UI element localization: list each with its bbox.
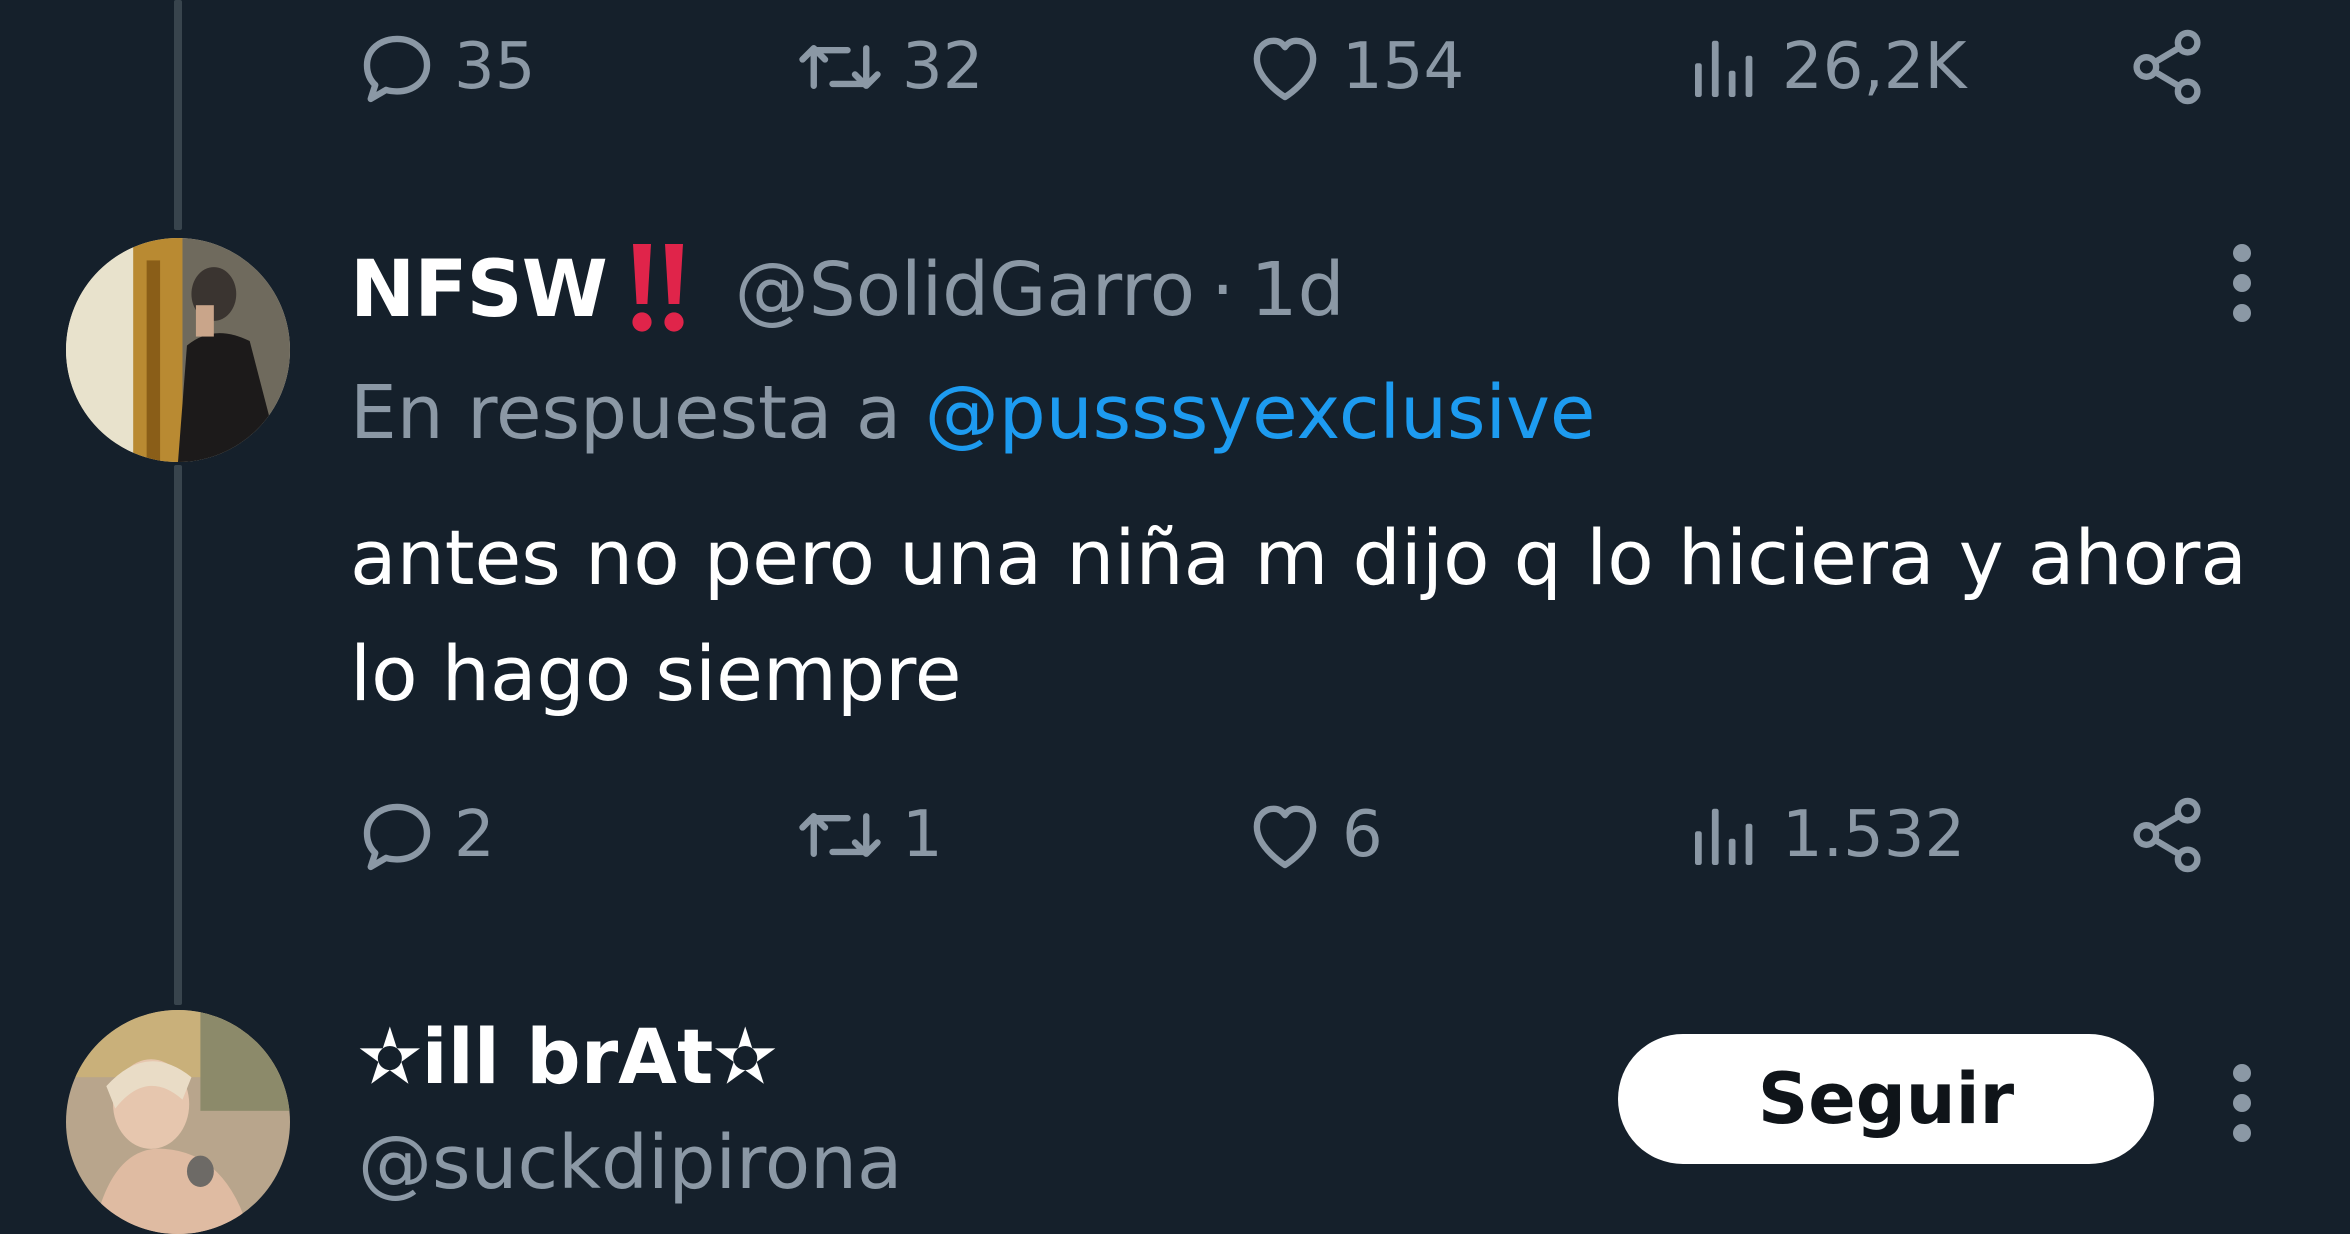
tweet-text: antes no pero una niña m dijo q lo hicie… xyxy=(350,513,2247,718)
share-icon xyxy=(2133,797,2201,873)
share-button[interactable] xyxy=(2122,22,2212,112)
reply-context: En respuesta a @pusssyexclusive xyxy=(350,370,1595,456)
views-button[interactable]: 26,2K xyxy=(1680,22,1966,112)
views-button[interactable]: 1.532 xyxy=(1680,790,1965,880)
retweet-icon xyxy=(799,45,881,89)
views-icon xyxy=(1695,808,1753,865)
retweet-count: 32 xyxy=(902,30,984,104)
timestamp[interactable]: 1d xyxy=(1251,247,1345,333)
share-button[interactable] xyxy=(2122,790,2212,880)
user-handle[interactable]: @SolidGarro xyxy=(735,247,1195,333)
thread-line-middle xyxy=(174,465,182,1005)
reply-icon xyxy=(363,35,431,103)
retweet-button[interactable]: 32 xyxy=(790,22,983,112)
reply-prefix: En respuesta a xyxy=(350,370,902,456)
top-tweet-action-bar: 35 32 154 26,2K xyxy=(0,22,2350,112)
suggested-user-more-options-button[interactable] xyxy=(2222,1058,2262,1148)
retweet-count: 1 xyxy=(902,798,943,872)
reply-tweet-action-bar: 2 1 6 1.532 xyxy=(0,790,2350,880)
more-vertical-icon xyxy=(2233,244,2251,322)
suggested-user-handle[interactable]: @suckdipirona xyxy=(358,1120,902,1206)
like-count: 154 xyxy=(1342,30,1465,104)
reply-icon xyxy=(363,803,431,871)
more-vertical-icon xyxy=(2233,1064,2251,1142)
retweet-icon xyxy=(799,813,881,857)
like-button[interactable]: 6 xyxy=(1240,790,1383,880)
heart-icon xyxy=(1253,805,1317,869)
like-button[interactable]: 154 xyxy=(1240,22,1464,112)
views-count: 26,2K xyxy=(1782,30,1967,104)
tweet-header: NFSW @SolidGarro · 1d xyxy=(350,240,1345,340)
heart-icon xyxy=(1253,37,1317,101)
display-name[interactable]: NFSW xyxy=(350,245,608,335)
share-icon xyxy=(2133,29,2201,105)
reply-button[interactable]: 2 xyxy=(352,790,495,880)
avatar-photo xyxy=(66,1010,290,1234)
like-count: 6 xyxy=(1342,798,1383,872)
double-exclamation-icon xyxy=(627,240,691,340)
reply-button[interactable]: 35 xyxy=(352,22,535,112)
reply-mention-link[interactable]: @pusssyexclusive xyxy=(925,370,1596,456)
suggested-user-avatar[interactable] xyxy=(66,1010,290,1234)
follow-button[interactable]: Seguir xyxy=(1618,1034,2154,1164)
suggested-user-display-name[interactable]: ✫ill brAt✫ xyxy=(358,1012,777,1101)
views-count: 1.532 xyxy=(1782,798,1966,872)
more-options-button[interactable] xyxy=(2222,238,2262,328)
retweet-button[interactable]: 1 xyxy=(790,790,943,880)
views-icon xyxy=(1695,40,1753,97)
avatar-photo xyxy=(66,238,290,462)
avatar[interactable] xyxy=(66,238,290,462)
separator-dot: · xyxy=(1211,247,1235,333)
reply-count: 2 xyxy=(454,798,495,872)
reply-count: 35 xyxy=(454,30,536,104)
